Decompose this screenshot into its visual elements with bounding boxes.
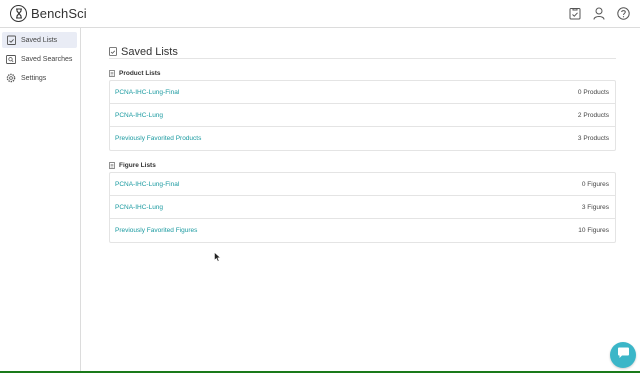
item-count: 10 Figures: [578, 227, 609, 234]
list-icon: [109, 161, 116, 169]
sidebar: Saved Lists Saved Searches Settings: [0, 28, 81, 373]
list-item[interactable]: PCNA-IHC-Lung-Final 0 Products: [110, 81, 615, 104]
list-name-link[interactable]: Previously Favorited Products: [115, 135, 201, 142]
figure-lists-header: Figure Lists: [109, 161, 156, 169]
sidebar-item-label: Saved Lists: [21, 36, 58, 44]
section-title: Figure Lists: [119, 161, 156, 169]
list-item[interactable]: Previously Favorited Products 3 Products: [110, 127, 615, 150]
list-name-link[interactable]: PCNA-IHC-Lung: [115, 112, 163, 119]
sidebar-item-saved-lists[interactable]: Saved Lists: [2, 32, 77, 48]
product-list-table: PCNA-IHC-Lung-Final 0 Products PCNA-IHC-…: [109, 80, 616, 151]
list-name-link[interactable]: Previously Favorited Figures: [115, 227, 197, 234]
list-item[interactable]: PCNA-IHC-Lung-Final 0 Figures: [110, 173, 615, 196]
help-icon[interactable]: [616, 6, 630, 20]
item-count: 3 Products: [577, 135, 609, 142]
section-title: Product Lists: [119, 69, 161, 77]
logo-text: BenchSci: [31, 6, 87, 21]
saved-list-icon: [6, 35, 16, 45]
list-name-link[interactable]: PCNA-IHC-Lung-Final: [115, 181, 179, 188]
sidebar-item-label: Saved Searches: [21, 55, 73, 63]
chat-bubble-icon: [617, 346, 630, 364]
saved-list-icon[interactable]: [568, 6, 582, 20]
sidebar-item-settings[interactable]: Settings: [2, 70, 77, 86]
divider: [109, 58, 616, 59]
item-count: 0 Products: [577, 88, 609, 96]
top-bar: BenchSci: [0, 0, 640, 28]
sidebar-item-saved-searches[interactable]: Saved Searches: [2, 51, 77, 67]
item-count: 3 Figures: [581, 203, 609, 211]
user-icon[interactable]: [592, 6, 606, 20]
list-item[interactable]: Previously Favorited Figures 10 Figures: [110, 219, 615, 242]
list-item[interactable]: PCNA-IHC-Lung 2 Products: [110, 104, 615, 127]
list-name-link[interactable]: PCNA-IHC-Lung: [115, 204, 163, 211]
chat-button[interactable]: [610, 342, 636, 368]
saved-search-icon: [6, 54, 16, 64]
logo[interactable]: BenchSci: [10, 5, 87, 22]
item-count: 0 Figures: [581, 180, 609, 188]
sidebar-item-label: Settings: [21, 74, 47, 82]
item-count: 2 Products: [577, 111, 609, 119]
list-name-link[interactable]: PCNA-IHC-Lung-Final: [115, 89, 179, 96]
benchsci-logo-icon: [10, 5, 27, 22]
product-lists-header: Product Lists: [109, 69, 161, 77]
figure-list-table: PCNA-IHC-Lung-Final 0 Figures PCNA-IHC-L…: [109, 172, 616, 243]
page-title: Saved Lists: [121, 46, 178, 58]
list-item[interactable]: PCNA-IHC-Lung 3 Figures: [110, 196, 615, 219]
gear-icon: [6, 73, 16, 83]
list-icon: [109, 69, 116, 77]
mouse-cursor-icon: [214, 249, 222, 262]
